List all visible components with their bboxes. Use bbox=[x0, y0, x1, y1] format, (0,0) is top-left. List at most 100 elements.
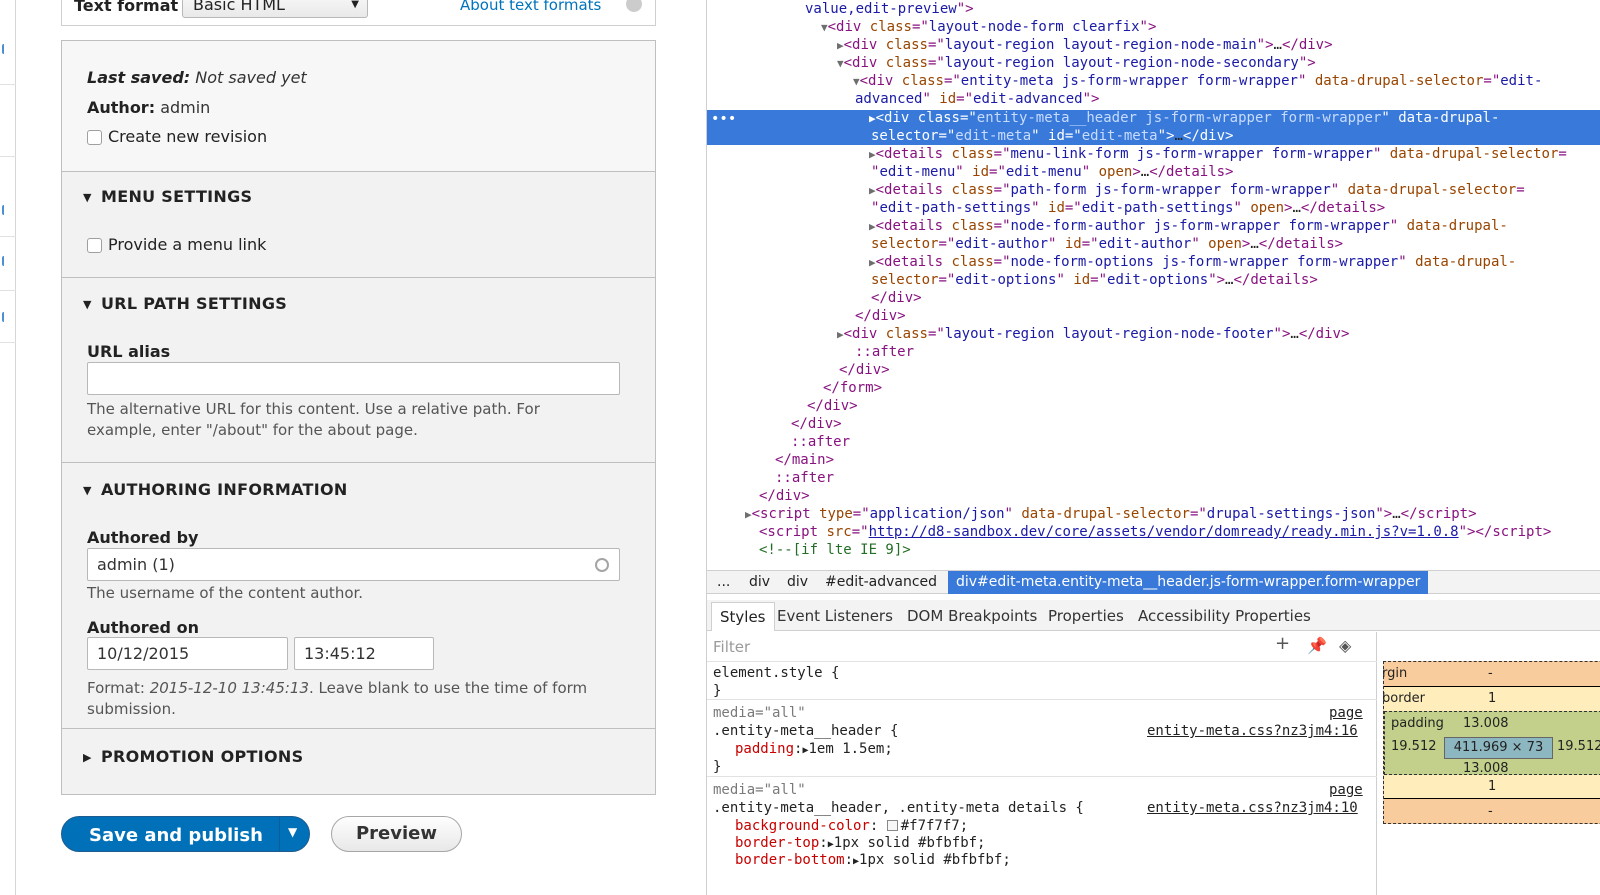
box-model-border[interactable]: border 1 padding 13.008 19.512 411.969 ×… bbox=[1382, 686, 1600, 799]
filter-input[interactable]: Filter bbox=[713, 638, 750, 656]
authored-on-time-input[interactable]: 13:45:12 bbox=[294, 637, 434, 670]
prop-value: #f7f7f7; bbox=[900, 818, 969, 834]
tab-properties[interactable]: Properties bbox=[1048, 607, 1124, 625]
dom-node[interactable]: ▶<div class="layout-region layout-region… bbox=[837, 36, 1333, 55]
dom-node[interactable]: ▼<div class="layout-node-form clearfix"> bbox=[821, 18, 1156, 37]
box-model-margin[interactable]: rgin - border 1 padding 13.008 19.512 41… bbox=[1382, 661, 1600, 824]
dom-node[interactable]: </div> bbox=[791, 415, 842, 433]
dom-node[interactable]: ▶<div class="layout-region layout-region… bbox=[837, 325, 1349, 344]
dropdown-caret-icon[interactable]: ▼ bbox=[288, 825, 297, 839]
about-text-formats-link[interactable]: About text formats bbox=[460, 0, 601, 14]
box-model-diagram: rgin - border 1 padding 13.008 19.512 41… bbox=[1377, 632, 1600, 895]
dom-node[interactable]: ▶<script type="application/json" data-dr… bbox=[745, 505, 1477, 524]
breadcrumb-item[interactable]: ... bbox=[717, 574, 730, 590]
url-path-summary[interactable]: ▼ URL PATH SETTINGS bbox=[83, 294, 287, 313]
help-icon[interactable] bbox=[626, 0, 642, 12]
rule-declaration[interactable]: padding:▶1em 1.5em; bbox=[735, 740, 893, 760]
tab-styles[interactable]: Styles bbox=[711, 602, 775, 631]
dom-node-selected[interactable]: ▶<div class="entity-meta__header js-form… bbox=[869, 109, 1499, 128]
breadcrumb-item[interactable]: div bbox=[787, 574, 808, 590]
dom-node[interactable]: </div> bbox=[807, 397, 858, 415]
dom-node[interactable]: ▶<details class="menu-link-form js-form-… bbox=[869, 145, 1567, 164]
autocomplete-throbber-icon bbox=[595, 558, 609, 572]
create-revision-label[interactable]: Create new revision bbox=[108, 127, 267, 146]
dom-node[interactable]: ::after bbox=[791, 433, 850, 451]
tab-dom-breakpoints[interactable]: DOM Breakpoints bbox=[907, 607, 1037, 625]
dom-node[interactable]: </div> bbox=[839, 361, 890, 379]
dom-node[interactable]: value,edit-preview"> bbox=[805, 0, 974, 18]
left-gutter bbox=[0, 0, 16, 895]
dom-node[interactable]: <script src="http://d8-sandbox.dev/core/… bbox=[759, 523, 1551, 541]
dom-node[interactable]: "edit-menu" id="edit-menu" open>…</detai… bbox=[871, 163, 1233, 181]
text-format-select[interactable]: Basic HTML ▼ bbox=[182, 0, 368, 18]
border-top-value[interactable]: 1 bbox=[1488, 691, 1496, 706]
pin-icon[interactable]: 📌 bbox=[1307, 637, 1327, 655]
save-and-publish-button[interactable]: Save and publish ▼ bbox=[61, 816, 310, 852]
gutter-divider bbox=[0, 156, 16, 157]
promotion-summary[interactable]: ▶ PROMOTION OPTIONS bbox=[83, 747, 303, 766]
margin-top-value[interactable]: - bbox=[1488, 666, 1493, 681]
dom-node[interactable]: ::after bbox=[775, 469, 834, 487]
tab-accessibility-properties[interactable]: Accessibility Properties bbox=[1138, 607, 1311, 625]
rule-source-link[interactable]: entity-meta.css?nz3jm4:10 bbox=[1147, 799, 1358, 817]
url-alias-input[interactable] bbox=[87, 362, 620, 395]
dom-node-selected[interactable]: selector="edit-meta" id="edit-meta">…</d… bbox=[871, 127, 1233, 145]
margin-bottom-value[interactable]: - bbox=[1488, 804, 1493, 819]
preview-button[interactable]: Preview bbox=[331, 816, 462, 852]
tab-event-listeners[interactable]: Event Listeners bbox=[777, 607, 893, 625]
authoring-summary[interactable]: ▼ AUTHORING INFORMATION bbox=[83, 480, 348, 499]
drupal-node-form: Text format Basic HTML ▼ About text form… bbox=[0, 0, 706, 895]
new-style-rule-icon[interactable]: + bbox=[1275, 635, 1290, 653]
collapsed-triangle-icon: ▶ bbox=[83, 751, 92, 764]
border-bottom-value[interactable]: 1 bbox=[1488, 779, 1496, 794]
box-model-padding[interactable]: padding 13.008 19.512 411.969 × 73 19.51… bbox=[1384, 711, 1600, 776]
dom-node[interactable]: advanced" id="edit-advanced"> bbox=[855, 90, 1099, 108]
elements-dom-tree[interactable]: value,edit-preview"> ▼<div class="layout… bbox=[707, 0, 1600, 570]
rule-selector[interactable]: .entity-meta__header, .entity-meta detai… bbox=[713, 799, 1084, 817]
menu-settings-title: MENU SETTINGS bbox=[101, 187, 253, 206]
rule-selector[interactable]: .entity-meta__header { bbox=[713, 722, 898, 740]
authoring-section: ▼ AUTHORING INFORMATION Authored by admin… bbox=[62, 463, 655, 729]
padding-left-value[interactable]: 19.512 bbox=[1391, 739, 1437, 754]
dom-node[interactable]: </div> bbox=[871, 289, 922, 307]
color-swatch[interactable] bbox=[886, 820, 898, 831]
dom-node[interactable]: ▼<div class="entity-meta js-form-wrapper… bbox=[853, 72, 1542, 91]
dom-node[interactable]: selector="edit-options" id="edit-options… bbox=[871, 271, 1318, 289]
rule-source-page[interactable]: page bbox=[1329, 781, 1363, 799]
padding-right-value[interactable]: 19.512 bbox=[1557, 739, 1600, 754]
dom-node[interactable]: </div> bbox=[855, 307, 906, 325]
padding-bottom-value[interactable]: 13.008 bbox=[1463, 761, 1509, 776]
breadcrumb-item[interactable]: div bbox=[749, 574, 770, 590]
rule-declaration[interactable]: background-color: #f7f7f7; bbox=[735, 817, 968, 835]
provide-menu-link-checkbox[interactable] bbox=[87, 238, 102, 253]
gutter-marker bbox=[2, 256, 6, 266]
rule-source-link[interactable]: entity-meta.css?nz3jm4:16 bbox=[1147, 722, 1358, 740]
authored-on-date-input[interactable]: 10/12/2015 bbox=[87, 637, 288, 670]
box-model-content[interactable]: 411.969 × 73 bbox=[1444, 737, 1553, 759]
breadcrumb-active[interactable]: div#edit-meta.entity-meta__header.js-for… bbox=[948, 571, 1429, 594]
dom-node[interactable]: ▶<details class="path-form js-form-wrapp… bbox=[869, 181, 1525, 200]
more-dots-icon[interactable]: ••• bbox=[711, 110, 736, 128]
rule-declaration[interactable]: border-bottom:▶1px solid #bfbfbf; bbox=[735, 851, 1011, 871]
padding-top-value[interactable]: 13.008 bbox=[1463, 716, 1509, 731]
dom-node[interactable]: <!--[if lte IE 9]> bbox=[759, 541, 911, 559]
dom-node[interactable]: ▶<details class="node-form-author js-for… bbox=[869, 217, 1508, 236]
dom-node[interactable]: ▶<details class="node-form-options js-fo… bbox=[869, 253, 1516, 272]
create-revision-checkbox[interactable] bbox=[87, 130, 102, 145]
dom-node[interactable]: </main> bbox=[775, 451, 834, 469]
authored-by-input[interactable]: admin (1) bbox=[87, 548, 620, 581]
breadcrumb-item[interactable]: #edit-advanced bbox=[825, 574, 937, 590]
toggle-element-state-icon[interactable]: ◈ bbox=[1339, 637, 1351, 655]
dom-node[interactable]: </form> bbox=[823, 379, 882, 397]
dom-node[interactable]: "edit-path-settings" id="edit-path-setti… bbox=[871, 199, 1385, 217]
gutter-divider bbox=[0, 290, 16, 291]
provide-menu-link-label[interactable]: Provide a menu link bbox=[108, 235, 266, 254]
last-saved-value: Not saved yet bbox=[195, 68, 307, 87]
dom-node[interactable]: selector="edit-author" id="edit-author" … bbox=[871, 235, 1343, 253]
dom-node[interactable]: </div> bbox=[759, 487, 810, 505]
dom-node[interactable]: ▼<div class="layout-region layout-region… bbox=[837, 54, 1316, 73]
menu-settings-summary[interactable]: ▼ MENU SETTINGS bbox=[83, 187, 252, 206]
rule-source-page[interactable]: page bbox=[1329, 704, 1363, 722]
rule-selector[interactable]: element.style { bbox=[713, 664, 839, 682]
dom-node[interactable]: ::after bbox=[855, 343, 914, 361]
